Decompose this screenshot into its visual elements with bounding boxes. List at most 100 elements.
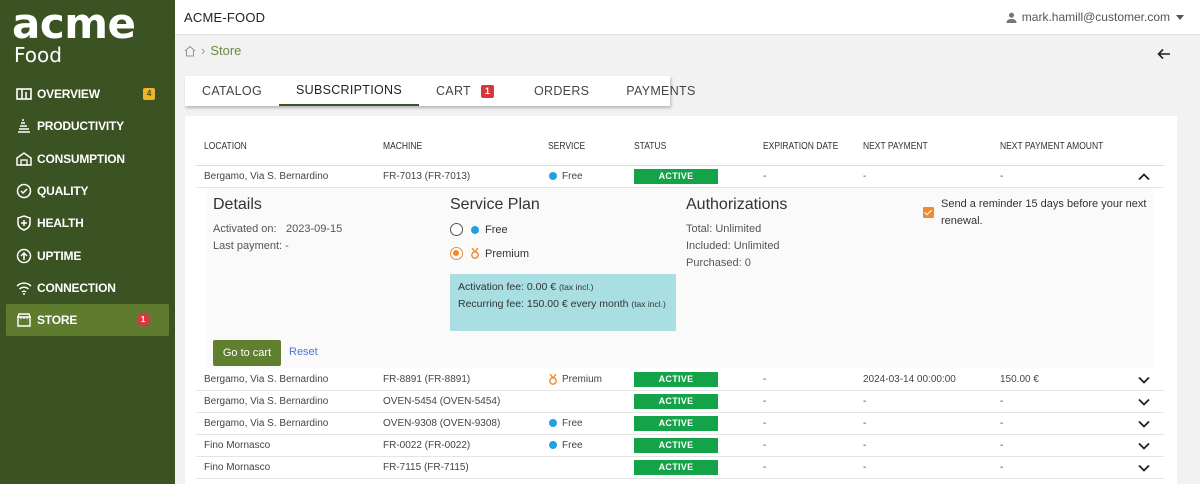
sidebar-item-label: OVERVIEW xyxy=(37,87,100,102)
activation-fee-line: Activation fee: 0.00 € (tax incl.) xyxy=(458,279,668,296)
table-row[interactable]: Bergamo, Via S. Bernardino OVEN-5454 (OV… xyxy=(196,391,1164,413)
status-badge: ACTIVE xyxy=(634,438,718,453)
table-row[interactable]: Bergamo, Via S. Bernardino FR-7013 (FR-7… xyxy=(196,166,1164,188)
user-menu[interactable]: mark.hamill@customer.com xyxy=(1006,10,1184,24)
chevron-down-icon[interactable] xyxy=(1137,373,1151,387)
chevron-down-icon[interactable] xyxy=(1137,395,1151,409)
sidebar-item-consumption[interactable]: CONSUMPTION xyxy=(0,143,175,175)
logo-food: Food xyxy=(14,43,62,67)
user-email: mark.hamill@customer.com xyxy=(1021,10,1170,24)
cell-amount: - xyxy=(1000,440,1004,451)
table-row[interactable]: Bergamo, Via S. Bernardino FR-8891 (FR-8… xyxy=(196,369,1164,391)
cell-location: Fino Mornasco xyxy=(204,462,271,473)
cell-machine: FR-7115 (FR-7115) xyxy=(383,462,469,473)
sidebar-item-uptime[interactable]: UPTIME xyxy=(0,239,175,271)
chevron-down-icon[interactable] xyxy=(1137,461,1151,475)
medal-icon xyxy=(471,248,479,259)
status-badge: ACTIVE xyxy=(634,416,718,431)
sidebar-item-productivity[interactable]: PRODUCTIVITY xyxy=(0,110,175,142)
tab-orders[interactable]: ORDERS xyxy=(514,76,609,106)
breadcrumb-separator: › xyxy=(201,43,206,58)
cell-next-payment: - xyxy=(863,462,867,473)
table-row[interactable]: Fino Mornasco FR-0022 (FR-0022) Free ACT… xyxy=(196,435,1164,457)
store-tabs: CATALOG SUBSCRIPTIONS CART 1 ORDERS PAYME… xyxy=(185,76,695,106)
cell-expiration: - xyxy=(763,418,767,429)
cell-amount: - xyxy=(1000,171,1004,182)
sidebar-item-store[interactable]: STORE 1 xyxy=(6,304,169,337)
cell-amount: - xyxy=(1000,396,1004,407)
activated-value: 2023-09-15 xyxy=(286,223,343,235)
plan-free-radio[interactable] xyxy=(450,223,463,236)
tab-label: SUBSCRIPTIONS xyxy=(295,83,402,97)
sidebar-item-label: PRODUCTIVITY xyxy=(37,119,124,134)
sidebar-item-connection[interactable]: CONNECTION xyxy=(0,272,175,304)
chevron-down-icon[interactable] xyxy=(1137,439,1151,453)
service-label: Free xyxy=(562,440,583,451)
cell-machine: FR-7013 (FR-7013) xyxy=(383,171,471,182)
table-row[interactable]: Fino Mornasco FR-7115 (FR-7115) ACTIVE -… xyxy=(196,457,1164,479)
cell-service: Free xyxy=(548,440,583,451)
recurring-fee-line: Recurring fee: 150.00 € every month (tax… xyxy=(458,296,668,313)
cell-expiration: - xyxy=(763,396,767,407)
cell-next-payment: - xyxy=(863,171,867,182)
store-badge: 1 xyxy=(137,314,149,327)
cell-next-payment: - xyxy=(863,440,867,451)
chevron-down-icon xyxy=(1176,14,1184,20)
quality-badge-icon xyxy=(16,183,32,199)
sidebar-item-quality[interactable]: QUALITY xyxy=(0,175,175,207)
col-expiration: EXPIRATION DATE xyxy=(763,141,839,152)
sidebar-item-overview[interactable]: OVERVIEW 4 xyxy=(0,78,175,110)
cell-expiration: - xyxy=(763,440,767,451)
tab-label: PAYMENTS xyxy=(626,84,696,98)
recurring-fee: Recurring fee: 150.00 € every month xyxy=(458,298,629,310)
sidebar-item-health[interactable]: HEALTH xyxy=(0,207,175,239)
fee-box: Activation fee: 0.00 € (tax incl.) Recur… xyxy=(450,274,676,331)
subscription-detail: Details Activated on: 2023-09-15 Last pa… xyxy=(207,188,1153,368)
back-arrow-icon[interactable] xyxy=(1157,47,1171,61)
breadcrumb: › Store xyxy=(184,43,241,58)
free-plan-icon xyxy=(471,226,479,234)
service-label: Free xyxy=(562,418,583,429)
auth-purchased: Purchased: 0 xyxy=(686,257,751,269)
go-to-cart-button[interactable]: Go to cart xyxy=(213,340,281,366)
cell-location: Bergamo, Via S. Bernardino xyxy=(204,171,329,182)
tab-payments[interactable]: PAYMENTS xyxy=(609,76,712,106)
tab-cart[interactable]: CART 1 xyxy=(419,76,514,106)
cell-machine: FR-0022 (FR-0022) xyxy=(383,440,471,451)
overview-badge: 4 xyxy=(143,88,155,100)
authorizations-title: Authorizations xyxy=(686,196,788,213)
cell-expiration: - xyxy=(763,171,767,182)
home-icon[interactable] xyxy=(184,45,196,57)
cell-machine: OVEN-5454 (OVEN-5454) xyxy=(383,396,501,407)
service-label: Free xyxy=(562,171,583,182)
col-machine: MACHINE xyxy=(383,141,423,152)
cell-next-payment: - xyxy=(863,396,867,407)
auth-included: Included: Unlimited xyxy=(686,240,780,252)
details-title: Details xyxy=(213,196,262,213)
service-plan-title: Service Plan xyxy=(450,196,540,213)
sidebar-item-label: UPTIME xyxy=(37,248,82,263)
cell-service: Premium xyxy=(548,374,602,385)
sidebar-item-label: HEALTH xyxy=(37,216,84,231)
cell-expiration: - xyxy=(763,462,767,473)
plan-premium-radio[interactable] xyxy=(450,247,463,260)
table-row[interactable]: Bergamo, Via S. Bernardino OVEN-9308 (OV… xyxy=(196,413,1164,435)
chevron-up-icon[interactable] xyxy=(1137,170,1151,184)
table-header: LOCATION MACHINE SERVICE STATUS EXPIRATI… xyxy=(196,138,1164,166)
reminder-checkbox[interactable] xyxy=(923,207,934,218)
tab-subscriptions[interactable]: SUBSCRIPTIONS xyxy=(278,76,419,106)
cell-machine: FR-8891 (FR-8891) xyxy=(383,374,471,385)
chevron-down-icon[interactable] xyxy=(1137,417,1151,431)
cell-location: Bergamo, Via S. Bernardino xyxy=(204,374,329,385)
scrollbar[interactable] xyxy=(1187,35,1200,484)
cell-machine: OVEN-9308 (OVEN-9308) xyxy=(383,418,501,429)
reminder-text-line2: renewal. xyxy=(941,215,983,227)
reset-link[interactable]: Reset xyxy=(289,346,318,358)
sidebar-item-label: STORE xyxy=(37,313,78,328)
tax-note: (tax incl.) xyxy=(559,282,594,292)
status-badge: ACTIVE xyxy=(634,460,718,475)
tab-catalog[interactable]: CATALOG xyxy=(185,76,279,106)
cell-next-payment: 2024-03-14 00:00:00 xyxy=(863,374,956,385)
tab-label: ORDERS xyxy=(534,84,590,98)
last-payment: Last payment: - xyxy=(213,240,289,252)
